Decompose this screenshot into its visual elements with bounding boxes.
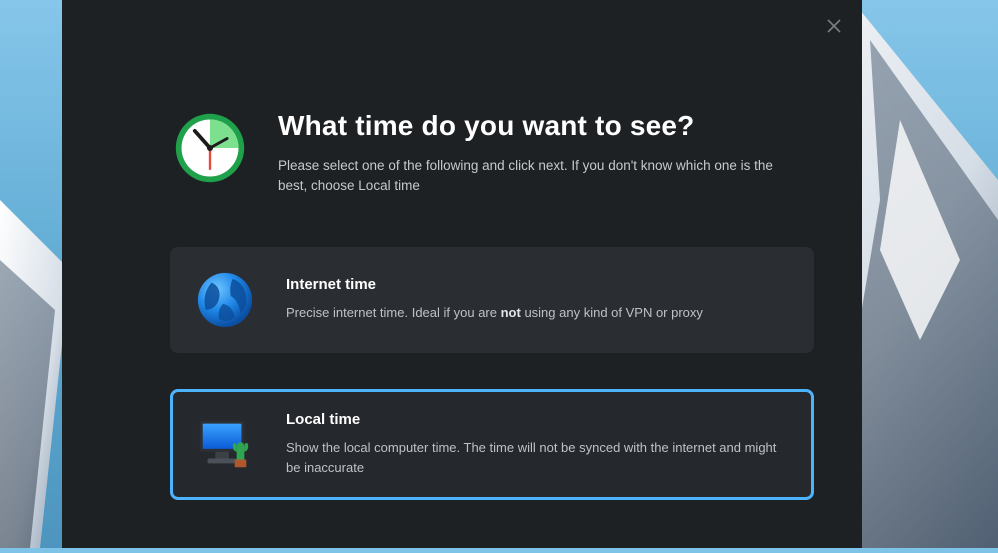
option-description: Precise internet time. Ideal if you are … bbox=[286, 303, 786, 323]
clock-icon bbox=[172, 110, 248, 186]
option-title: Internet time bbox=[286, 276, 786, 293]
option-local-time[interactable]: Local time Show the local computer time.… bbox=[170, 389, 814, 500]
options-list: Internet time Precise internet time. Ide… bbox=[62, 197, 862, 500]
option-description: Show the local computer time. The time w… bbox=[286, 438, 786, 478]
option-title: Local time bbox=[286, 411, 786, 428]
globe-icon bbox=[194, 269, 256, 331]
dialog-subtitle: Please select one of the following and c… bbox=[278, 156, 792, 197]
option-internet-time[interactable]: Internet time Precise internet time. Ide… bbox=[170, 247, 814, 353]
setup-dialog: What time do you want to see? Please sel… bbox=[62, 0, 862, 548]
monitor-icon bbox=[194, 413, 256, 475]
close-button[interactable] bbox=[826, 18, 844, 36]
dialog-title: What time do you want to see? bbox=[278, 110, 792, 142]
dialog-header: What time do you want to see? Please sel… bbox=[62, 0, 862, 197]
close-icon bbox=[826, 18, 844, 34]
